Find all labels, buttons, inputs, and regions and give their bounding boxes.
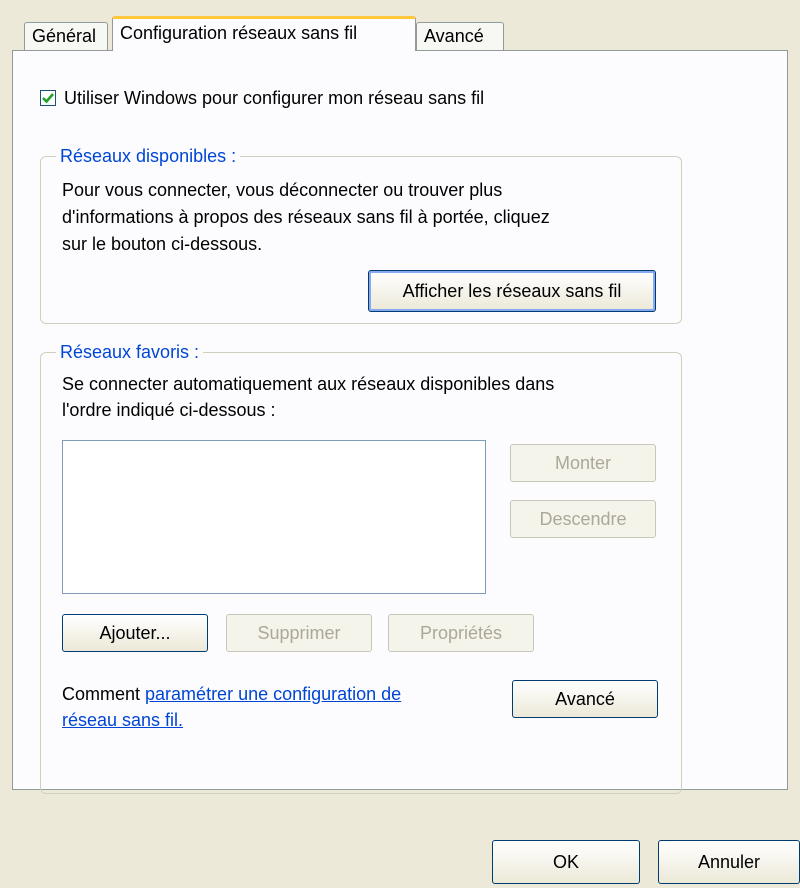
help-prefix: Comment — [62, 684, 146, 704]
favorites-description-line-1: Se connecter automatiquement aux réseaux… — [62, 374, 555, 394]
show-wireless-networks-button[interactable]: Afficher les réseaux sans fil — [368, 270, 656, 312]
properties-button[interactable]: Propriétés — [388, 614, 534, 652]
help-link-part-1[interactable]: paramétrer une configuration de — [145, 684, 401, 704]
available-description-line-2: d'informations à propos des réseaux sans… — [62, 207, 550, 227]
cancel-button[interactable]: Annuler — [658, 840, 800, 884]
advanced-button[interactable]: Avancé — [512, 680, 658, 718]
available-description-line-3: sur le bouton ci-dessous. — [62, 234, 263, 254]
favorites-description-line-2: l'ordre indiqué ci-dessous : — [62, 400, 276, 420]
remove-network-button[interactable]: Supprimer — [226, 614, 372, 652]
move-up-button[interactable]: Monter — [510, 444, 656, 482]
move-down-button[interactable]: Descendre — [510, 500, 656, 538]
use-windows-label: Utiliser Windows pour configurer mon rés… — [64, 88, 485, 108]
favorite-networks-list[interactable] — [62, 440, 486, 594]
help-text-line-2: réseau sans fil. — [62, 708, 183, 732]
available-description-line-1: Pour vous connecter, vous déconnecter ou… — [62, 180, 503, 200]
checkmark-icon — [42, 93, 54, 104]
help-text-line-1: Comment paramétrer une configuration de — [62, 682, 401, 706]
help-link-part-2[interactable]: réseau sans fil. — [62, 710, 183, 730]
favorite-networks-title: Réseaux favoris : — [56, 342, 204, 362]
use-windows-checkbox[interactable] — [40, 90, 56, 106]
add-network-button[interactable]: Ajouter... — [62, 614, 208, 652]
available-networks-title: Réseaux disponibles : — [56, 146, 241, 166]
ok-button[interactable]: OK — [492, 840, 640, 884]
